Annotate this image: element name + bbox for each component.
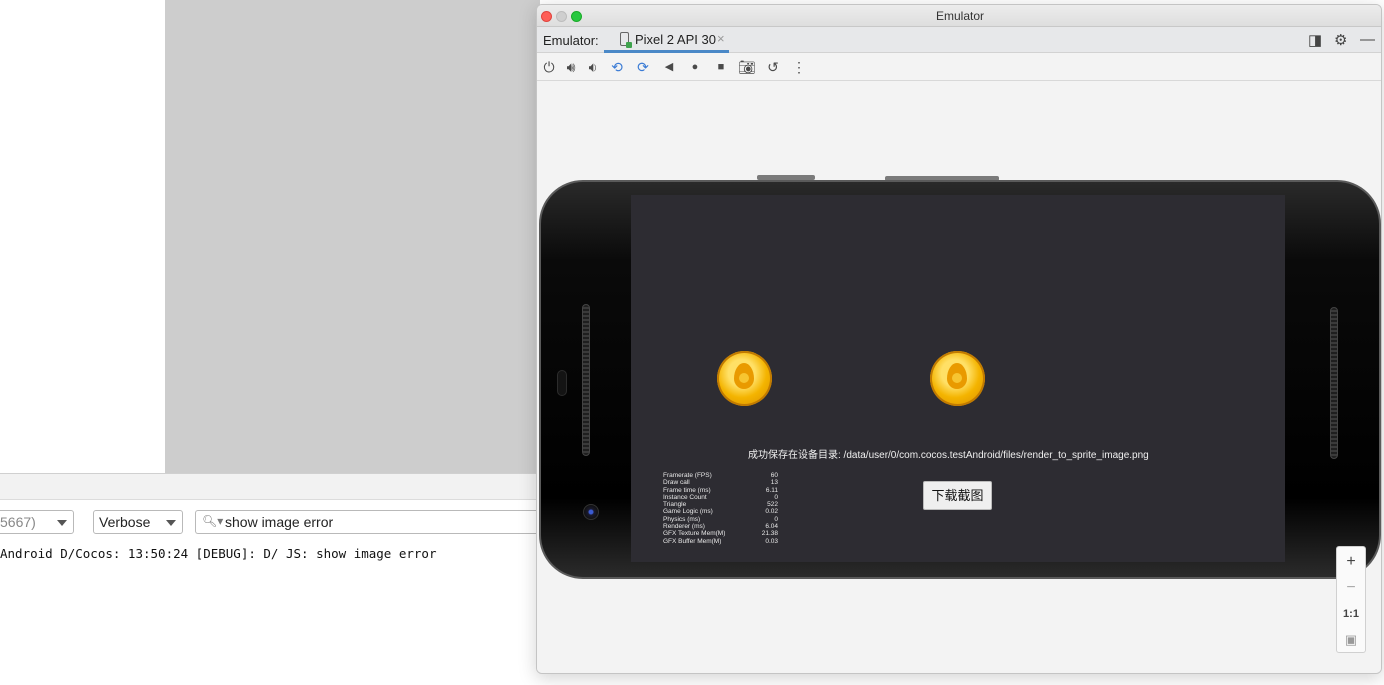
actual-size-button[interactable]: 1:1 <box>1337 601 1365 627</box>
tab-pixel-2-api-30[interactable]: Pixel 2 API 30 × <box>604 27 729 53</box>
minimize-panel-icon[interactable]: — <box>1360 31 1375 48</box>
process-select[interactable]: 5667) <box>0 510 74 534</box>
stat-row: Game Logic (ms) 0.02 <box>663 508 778 516</box>
rotate-right-icon[interactable]: ⟳ <box>633 57 653 77</box>
layout-toggle-icon[interactable]: ◨ <box>1308 31 1322 49</box>
stat-row: Framerate (FPS) 60 <box>663 472 778 479</box>
zoom-controls: + − 1:1 ▣ <box>1336 546 1366 653</box>
stat-row: Frame time (ms) 6.11 <box>663 486 778 494</box>
stat-row: Draw call 13 <box>663 479 778 487</box>
stats-panel: Framerate (FPS) 60 Draw call 13 Frame time… <box>663 472 781 545</box>
power-icon[interactable]: ⏻ <box>539 57 559 77</box>
log-search-value: show image error <box>225 514 334 530</box>
fit-screen-icon[interactable]: ▣ <box>1337 627 1365 653</box>
process-select-value: 5667) <box>0 514 36 530</box>
close-tab-icon[interactable]: × <box>717 31 725 46</box>
download-screenshot-button[interactable]: 下载截图 <box>923 481 992 510</box>
stat-row: Renderer (ms) 6.04 <box>663 523 778 531</box>
stat-row: GFX Texture Mem(M) 21.38 <box>663 530 778 538</box>
home-icon[interactable]: ● <box>685 57 705 77</box>
stat-row: GFX Buffer Mem(M) 0.03 <box>663 537 778 545</box>
emulator-titlebar: Emulator <box>537 5 1381 27</box>
log-level-select[interactable]: Verbose <box>93 510 183 534</box>
ide-editor-area <box>0 0 165 473</box>
back-icon[interactable]: ◀ <box>659 57 679 77</box>
log-search-input[interactable]: 🔍︎▾ show image error <box>195 510 540 534</box>
log-line: Android D/Cocos: 13:50:24 [DEBUG]: D/ JS… <box>0 546 437 561</box>
device-tab-label: Pixel 2 API 30 <box>635 32 716 47</box>
emulator-label: Emulator: <box>543 33 599 48</box>
emulator-toolbar: ⏻ 🔊︎ 🔉︎ ⟲ ⟳ ◀ ● ■ 📷︎ ↺ ⋮ <box>537 53 1381 81</box>
zoom-out-button[interactable]: − <box>1337 575 1365 601</box>
chevron-down-icon <box>57 520 67 526</box>
emulator-window: Emulator Emulator: Pixel 2 API 30 × ◨ ⚙ … <box>536 4 1382 674</box>
speaker-grille-left <box>582 304 590 456</box>
proximity-sensor <box>557 370 567 396</box>
speaker-grille-right <box>1330 307 1338 459</box>
stat-row: Instance Count 0 <box>663 493 778 501</box>
coin-sprite-right <box>930 351 985 406</box>
search-icon: 🔍︎▾ <box>202 514 224 528</box>
volume-up-icon[interactable]: 🔊︎ <box>561 57 581 77</box>
coin-sprite-left <box>717 351 772 406</box>
volume-down-icon[interactable]: 🔉︎ <box>583 57 603 77</box>
camera-icon[interactable]: 📷︎ <box>737 57 757 77</box>
chevron-down-icon <box>166 520 176 526</box>
window-title: Emulator <box>935 9 985 23</box>
ide-empty-panel <box>165 0 540 473</box>
device-screen[interactable]: 成功保存在设备目录: /data/user/0/com.cocos.testAn… <box>631 195 1285 562</box>
stat-row: Triangle 522 <box>663 501 778 509</box>
front-camera <box>583 504 599 520</box>
stat-row: Physics (ms) 0 <box>663 515 778 523</box>
log-level-value: Verbose <box>99 514 151 530</box>
rotate-left-icon[interactable]: ⟲ <box>607 57 627 77</box>
logcat-header <box>0 473 540 500</box>
gear-icon[interactable]: ⚙ <box>1334 31 1347 49</box>
save-message: 成功保存在设备目录: /data/user/0/com.cocos.testAn… <box>748 450 1149 461</box>
more-icon[interactable]: ⋮ <box>789 57 809 77</box>
snapshot-icon[interactable]: ↺ <box>763 57 783 77</box>
device-icon <box>620 32 632 48</box>
overview-icon[interactable]: ■ <box>711 57 731 77</box>
zoom-in-button[interactable]: + <box>1337 549 1365 575</box>
emulator-tabbar: Emulator: Pixel 2 API 30 × ◨ ⚙ — <box>537 27 1381 53</box>
